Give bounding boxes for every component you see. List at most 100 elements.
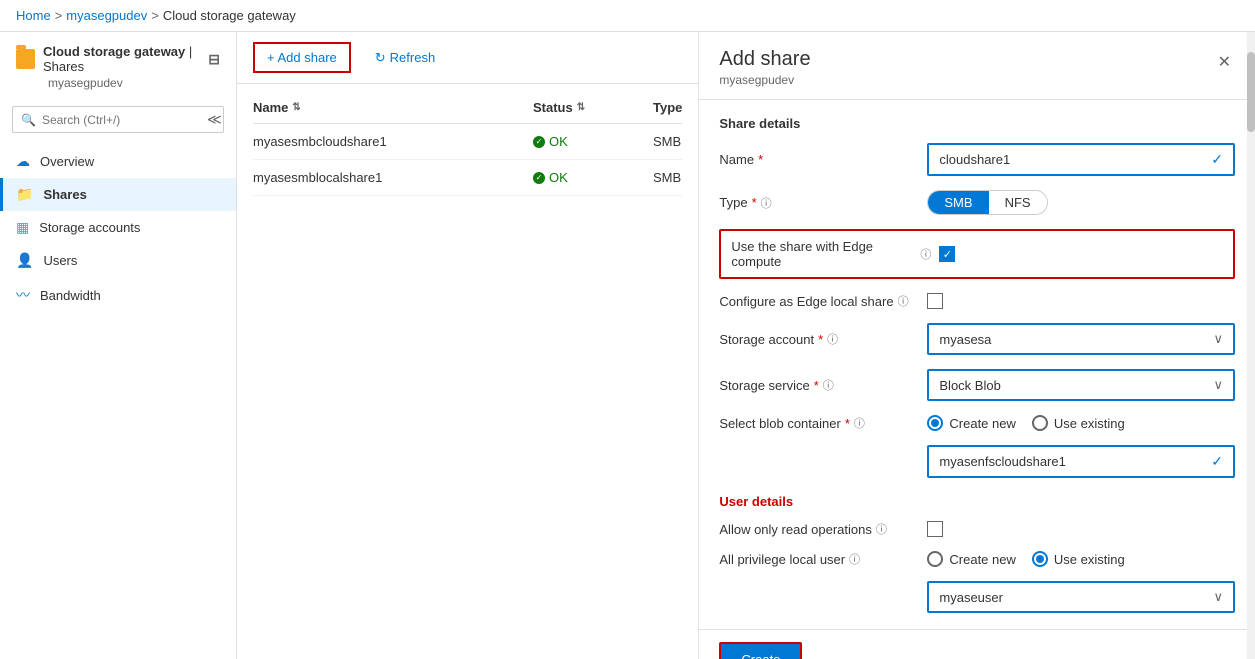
- type-info-icon: ⓘ: [761, 195, 772, 211]
- allow-read-checkbox[interactable]: [927, 521, 943, 537]
- use-share-label: Use the share with Edge compute ⓘ: [731, 239, 931, 269]
- storage-account-value: myasesa: [939, 332, 991, 347]
- table-row[interactable]: myasesmbcloudshare1 ✓ OK SMB: [253, 124, 682, 160]
- blob-container-label: Select blob container * ⓘ: [719, 415, 919, 431]
- search-input[interactable]: [42, 113, 197, 127]
- configure-edge-checkbox[interactable]: [927, 293, 943, 309]
- storage-account-dropdown[interactable]: myasesa ∨: [927, 323, 1235, 355]
- allow-read-label: Allow only read operations ⓘ: [719, 521, 919, 537]
- panel-title-group: Add share myasegpudev: [719, 48, 810, 87]
- blob-radio-group: Create new Use existing: [927, 415, 1124, 431]
- cloud-icon: ☁: [16, 153, 30, 170]
- shares-folder-icon: 📁: [16, 186, 33, 203]
- breadcrumb-home[interactable]: Home: [16, 8, 51, 23]
- privilege-create-new-option[interactable]: Create new: [927, 551, 1015, 567]
- type-label: Type * ⓘ: [719, 195, 919, 211]
- collapse-icon[interactable]: ≪: [207, 111, 222, 128]
- scrollbar-track: [1247, 32, 1255, 659]
- name-required: *: [758, 152, 763, 167]
- storage-info-icon: ⓘ: [827, 331, 838, 347]
- service-required: *: [814, 378, 819, 393]
- panel-header: Add share myasegpudev ✕: [699, 32, 1255, 100]
- breadcrumb-resource[interactable]: myasegpudev: [66, 8, 147, 23]
- privilege-dropdown[interactable]: myaseuser ∨: [927, 581, 1235, 613]
- status-ok-icon: ✓: [533, 136, 545, 148]
- create-button[interactable]: Create: [719, 642, 802, 659]
- storage-service-wrapper: Block Blob ∨: [927, 369, 1235, 401]
- privilege-create-new-radio[interactable]: [927, 551, 943, 567]
- row1-type: SMB: [653, 134, 682, 149]
- name-input[interactable]: cloudshare1 ✓: [927, 143, 1235, 176]
- panel-subtitle: myasegpudev: [719, 73, 810, 87]
- blob-info-icon: ⓘ: [854, 415, 865, 431]
- blob-use-existing-option[interactable]: Use existing: [1032, 415, 1125, 431]
- storage-service-dropdown[interactable]: Block Blob ∨: [927, 369, 1235, 401]
- storage-service-row: Storage service * ⓘ Block Blob ∨: [719, 369, 1235, 401]
- privilege-use-existing-radio[interactable]: [1032, 551, 1048, 567]
- col-header-name: Name ⇅: [253, 100, 533, 115]
- storage-icon: ▦: [16, 219, 29, 236]
- sidebar-item-bandwidth[interactable]: 〰 Bandwidth: [0, 277, 236, 313]
- sidebar-label-storage: Storage accounts: [39, 220, 140, 235]
- sidebar-item-overview[interactable]: ☁ Overview: [0, 145, 236, 178]
- panel-body: Share details Name * cloudshare1 ✓ Type: [699, 100, 1255, 629]
- sort-name-icon[interactable]: ⇅: [292, 102, 300, 113]
- sidebar-subtitle: myasegpudev: [16, 76, 220, 90]
- privilege-use-existing-option[interactable]: Use existing: [1032, 551, 1125, 567]
- sidebar-item-users[interactable]: 👤 Users: [0, 244, 236, 277]
- use-share-row: Use the share with Edge compute ⓘ ✓: [719, 229, 1235, 279]
- col-header-type: Type: [653, 100, 682, 115]
- privilege-label: All privilege local user ⓘ: [719, 551, 919, 567]
- col-header-status: Status ⇅: [533, 100, 653, 115]
- refresh-label: Refresh: [390, 50, 436, 65]
- privilege-dropdown-arrow-icon: ∨: [1213, 589, 1223, 605]
- name-value: cloudshare1: [939, 152, 1010, 167]
- close-panel-button[interactable]: ✕: [1214, 48, 1235, 76]
- row2-name: myasesmblocalshare1: [253, 170, 533, 185]
- service-info-icon: ⓘ: [823, 377, 834, 393]
- share-details-section-title: Share details: [719, 116, 1235, 131]
- blob-value: myasenfscloudshare1: [939, 454, 1065, 469]
- smb-button[interactable]: SMB: [928, 191, 988, 214]
- nfs-button[interactable]: NFS: [989, 191, 1047, 214]
- blob-container-input[interactable]: myasenfscloudshare1 ✓: [927, 445, 1235, 478]
- allow-read-info-icon: ⓘ: [876, 521, 887, 537]
- sidebar-label-shares: Shares: [43, 187, 86, 202]
- scrollbar-thumb[interactable]: [1247, 52, 1255, 132]
- storage-service-value: Block Blob: [939, 378, 1000, 393]
- allow-read-row: Allow only read operations ⓘ: [719, 521, 1235, 537]
- print-icon[interactable]: ⊟: [208, 51, 220, 68]
- dropdown-arrow-icon: ∨: [1213, 331, 1223, 347]
- storage-account-row: Storage account * ⓘ myasesa ∨: [719, 323, 1235, 355]
- refresh-icon: ↻: [375, 50, 386, 66]
- sort-status-icon[interactable]: ⇅: [577, 102, 585, 113]
- sidebar-label-overview: Overview: [40, 154, 94, 169]
- blob-use-existing-label: Use existing: [1054, 416, 1125, 431]
- breadcrumb: Home > myasegpudev > Cloud storage gatew…: [0, 0, 1255, 32]
- sidebar-item-storage-accounts[interactable]: ▦ Storage accounts: [0, 211, 236, 244]
- blob-use-existing-radio[interactable]: [1032, 415, 1048, 431]
- blob-create-new-label: Create new: [949, 416, 1015, 431]
- add-share-button[interactable]: + Add share: [253, 42, 351, 73]
- storage-service-label: Storage service * ⓘ: [719, 377, 919, 393]
- sidebar-header: Cloud storage gateway | Shares ⊟ myasegp…: [0, 32, 236, 98]
- name-input-wrapper: cloudshare1 ✓: [927, 143, 1235, 176]
- blob-create-new-radio[interactable]: [927, 415, 943, 431]
- row2-status: ✓ OK: [533, 170, 653, 185]
- configure-edge-row: Configure as Edge local share ⓘ: [719, 293, 1235, 309]
- sidebar-title: Cloud storage gateway | Shares ⊟: [16, 44, 220, 74]
- main-content: + Add share ↻ Refresh Name ⇅ Status ⇅ Ty…: [237, 32, 698, 659]
- panel-footer: Create: [699, 629, 1255, 659]
- sidebar-label-users: Users: [43, 253, 77, 268]
- blob-container-row: Select blob container * ⓘ Create new Use…: [719, 415, 1235, 431]
- privilege-radio-group: Create new Use existing: [927, 551, 1124, 567]
- sidebar-item-shares[interactable]: 📁 Shares: [0, 178, 236, 211]
- privilege-info-icon: ⓘ: [849, 551, 860, 567]
- use-share-checkbox[interactable]: ✓: [939, 246, 955, 262]
- blob-value-row: myasenfscloudshare1 ✓: [927, 445, 1235, 478]
- row1-status: ✓ OK: [533, 134, 653, 149]
- blob-create-new-option[interactable]: Create new: [927, 415, 1015, 431]
- storage-account-wrapper: myasesa ∨: [927, 323, 1235, 355]
- refresh-button[interactable]: ↻ Refresh: [363, 44, 447, 72]
- table-row[interactable]: myasesmblocalshare1 ✓ OK SMB: [253, 160, 682, 196]
